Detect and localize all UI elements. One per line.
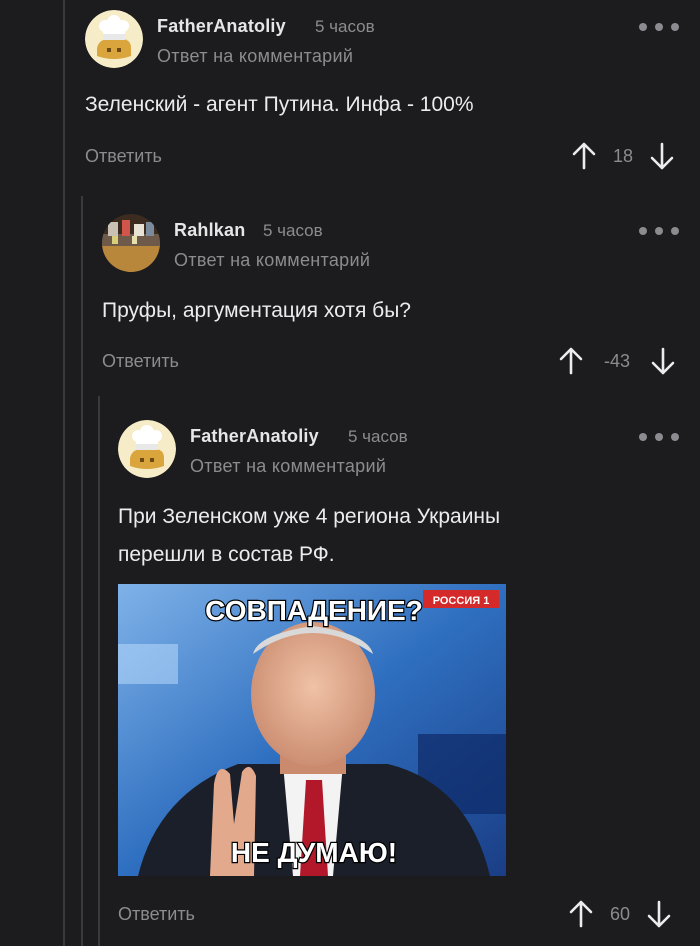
chef-hat-avatar-icon[interactable] <box>85 10 143 68</box>
comment-header: FatherAnatoliy 5 часов Ответ на коммента… <box>85 10 685 70</box>
upvote-arrow-icon[interactable] <box>568 899 594 929</box>
upvote-arrow-icon[interactable] <box>558 346 584 376</box>
reply-button[interactable]: Ответить <box>118 904 195 925</box>
comment-time: 5 часов <box>315 17 375 36</box>
reply-button[interactable]: Ответить <box>102 351 179 372</box>
comment-text: перешли в состав РФ. <box>118 543 335 566</box>
reply-to-link[interactable]: Ответ на комментарий <box>157 46 353 67</box>
vote-controls: -43 <box>558 346 676 376</box>
meme-image[interactable]: СОВПАДЕНИЕ? НЕ ДУМАЮ! РОССИЯ 1 <box>118 584 506 876</box>
more-options-icon[interactable] <box>639 218 679 244</box>
comment-header: FatherAnatoliy 5 часов Ответ на коммента… <box>118 420 685 480</box>
author-name[interactable]: FatherAnatoliy <box>190 426 319 447</box>
chef-hat-avatar-icon[interactable] <box>118 420 176 478</box>
more-options-icon[interactable] <box>639 14 679 40</box>
downvote-arrow-icon[interactable] <box>650 346 676 376</box>
comment-time: 5 часов <box>348 427 408 446</box>
comment-header: Rahlkan 5 часов Ответ на комментарий <box>102 214 685 274</box>
comment-time: 5 часов <box>263 221 323 240</box>
vote-controls: 18 <box>571 141 675 171</box>
thread-line <box>81 196 83 946</box>
comment-text: Пруфы, аргументация хотя бы? <box>102 299 411 322</box>
comment: FatherAnatoliy 5 часов Ответ на коммента… <box>118 420 685 940</box>
thread-line <box>98 396 100 946</box>
photo-avatar-icon[interactable] <box>102 214 160 272</box>
upvote-arrow-icon[interactable] <box>571 141 597 171</box>
comment: FatherAnatoliy 5 часов Ответ на коммента… <box>85 10 685 180</box>
channel-logo: РОССИЯ 1 <box>433 595 490 607</box>
comment: Rahlkan 5 часов Ответ на комментарий Пру… <box>102 214 685 384</box>
author-name[interactable]: Rahlkan <box>174 220 245 241</box>
author-name[interactable]: FatherAnatoliy <box>157 16 286 37</box>
comment-text: При Зеленском уже 4 региона Украины <box>118 505 501 528</box>
vote-score: 18 <box>612 145 634 166</box>
meme-top-caption: СОВПАДЕНИЕ? <box>205 595 423 626</box>
reply-to-link[interactable]: Ответ на комментарий <box>174 250 370 271</box>
thread-line <box>63 0 65 946</box>
downvote-arrow-icon[interactable] <box>649 141 675 171</box>
downvote-arrow-icon[interactable] <box>646 899 672 929</box>
meme-bottom-caption: НЕ ДУМАЮ! <box>231 837 397 868</box>
vote-score: 60 <box>609 903 631 924</box>
reply-button[interactable]: Ответить <box>85 146 162 167</box>
more-options-icon[interactable] <box>639 424 679 450</box>
reply-to-link[interactable]: Ответ на комментарий <box>190 456 386 477</box>
comment-text: Зеленский - агент Путина. Инфа - 100% <box>85 93 474 116</box>
vote-score: -43 <box>603 350 630 371</box>
vote-controls: 60 <box>568 899 672 929</box>
